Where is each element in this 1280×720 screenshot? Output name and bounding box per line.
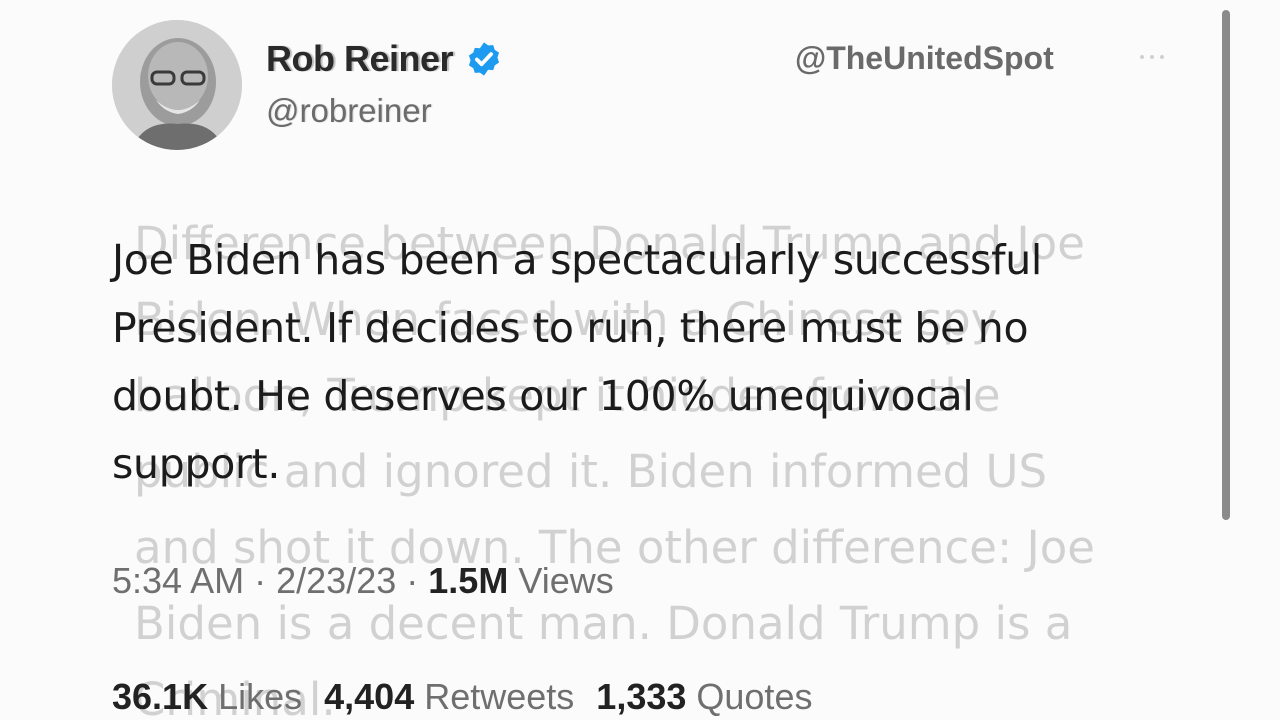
vertical-scrollbar[interactable] bbox=[1222, 10, 1230, 520]
meta-separator: · bbox=[406, 560, 419, 601]
likes-label: Likes bbox=[218, 676, 303, 717]
more-dot-icon bbox=[1140, 55, 1144, 59]
more-dot-icon bbox=[1150, 55, 1154, 59]
verified-badge-icon bbox=[468, 42, 500, 76]
meta-separator: · bbox=[254, 560, 267, 601]
likes-count: 36.1K bbox=[112, 676, 209, 717]
retweets-label: Retweets bbox=[424, 676, 575, 717]
avatar-photo bbox=[112, 20, 242, 150]
views-label: Views bbox=[518, 560, 614, 601]
views-count: 1.5M bbox=[428, 560, 509, 601]
tweet-time[interactable]: 5:34 AM bbox=[112, 560, 244, 601]
retweets-count: 4,404 bbox=[324, 676, 415, 717]
watermark-handle: @TheUnitedSpot bbox=[795, 40, 1054, 76]
retweets-stat[interactable]: 4,404 Retweets bbox=[324, 676, 574, 718]
tweet-text: Joe Biden has been a spectacularly succe… bbox=[112, 236, 1043, 488]
likes-stat[interactable]: 36.1K Likes bbox=[112, 676, 302, 718]
tweet-screenshot: Rob Reiner @robreiner @TheUnitedSpot Dif… bbox=[0, 0, 1280, 720]
author-display-name[interactable]: Rob Reiner bbox=[266, 38, 454, 80]
author-handle[interactable]: @robreiner bbox=[266, 92, 432, 130]
quotes-stat[interactable]: 1,333 Quotes bbox=[596, 676, 812, 718]
avatar[interactable] bbox=[112, 20, 242, 150]
quotes-count: 1,333 bbox=[596, 676, 687, 717]
tweet-date[interactable]: 2/23/23 bbox=[276, 560, 396, 601]
tweet-meta: 5:34 AM · 2/23/23 · 1.5M Views bbox=[112, 560, 614, 602]
more-options-button[interactable] bbox=[1120, 42, 1184, 72]
more-dot-icon bbox=[1160, 55, 1164, 59]
engagement-stats: 36.1K Likes 4,404 Retweets 1,333 Quotes bbox=[112, 676, 812, 718]
author-name-row: Rob Reiner bbox=[266, 38, 503, 80]
quotes-label: Quotes bbox=[696, 676, 813, 717]
